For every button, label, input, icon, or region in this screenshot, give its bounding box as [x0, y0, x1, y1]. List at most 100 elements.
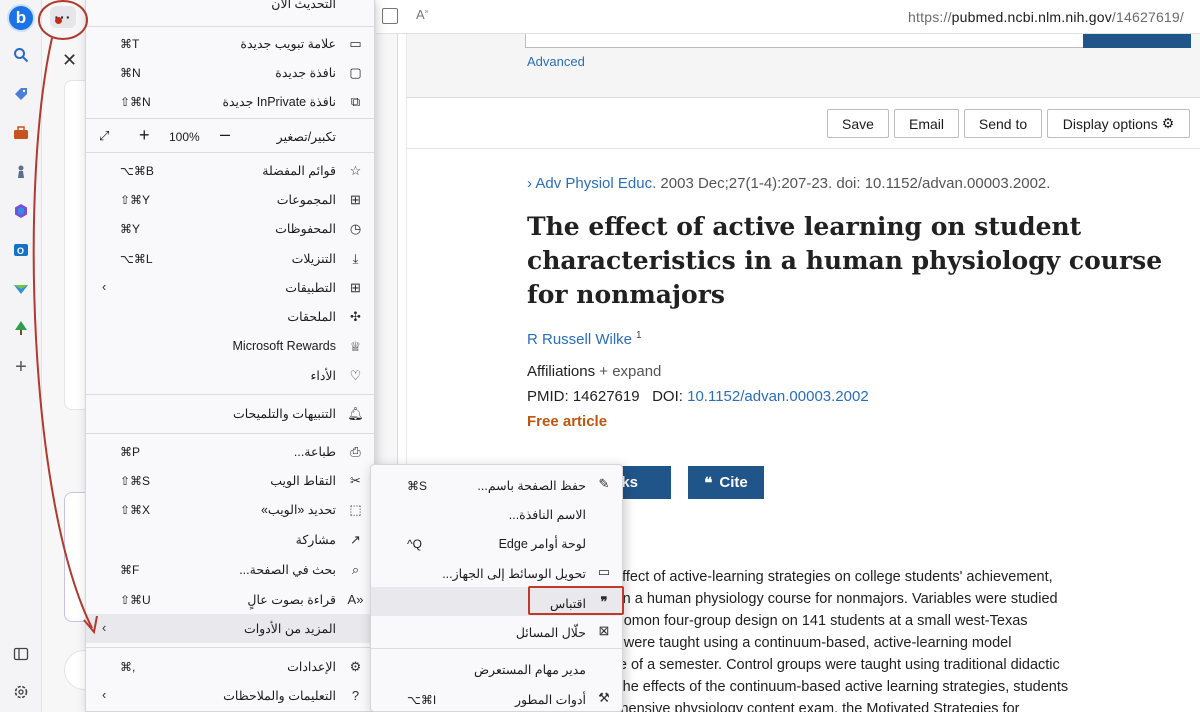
citation-highlight-box [528, 586, 624, 615]
new-tab-icon: ▭ [349, 35, 362, 51]
split-screen-icon[interactable] [382, 8, 398, 24]
outlook-icon[interactable]: O [9, 238, 33, 262]
submenu-item-math-solver[interactable]: حلّال المسائل ⊠ [371, 616, 624, 645]
zoom-row: ⤢ + 100% – تكبير/تصغير [86, 122, 376, 151]
menu-separator [86, 394, 376, 395]
journal-link[interactable]: Adv Physiol Educ. [535, 175, 656, 192]
search-button[interactable] [1083, 34, 1191, 48]
rewards-icon: ♕ [349, 338, 362, 354]
menu-item-find-on-page[interactable]: ⌘F بحث في الصفحة... ⌕ [86, 555, 376, 584]
save-page-icon: ✎ [598, 476, 610, 491]
abstract-line: perimental, Solomon four-group design on… [527, 613, 1028, 629]
menu-item-web-capture[interactable]: ⇧⌘S التقاط الويب ✂ [86, 466, 376, 495]
submenu-item-name-window[interactable]: الاسم النافذة... [371, 498, 624, 527]
menu-item-help-feedback[interactable]: ‹ التعليمات والملاحظات ? [86, 681, 376, 710]
shopping-tag-icon[interactable] [9, 82, 33, 106]
add-icon[interactable]: + [9, 355, 33, 379]
menu-item-new-window[interactable]: ⌘N نافذة جديدة ▢ [86, 58, 376, 87]
menu-item-collections[interactable]: ⇧⌘Y المجموعات ⊞ [86, 185, 376, 214]
search-icon[interactable] [9, 43, 33, 67]
menu-item-new-tab[interactable]: ⌘T علامة تبويب جديدة ▭ [86, 29, 376, 58]
affiliations-row[interactable]: Affiliations + expand [527, 363, 661, 380]
submenu-item-cast-media[interactable]: تحويل الوسائط إلى الجهاز... ▭ [371, 557, 624, 586]
menu-item-update-now[interactable]: التحديث الآن [86, 0, 376, 16]
url-field[interactable]: https://pubmed.ncbi.nlm.nih.gov/14627619… [908, 9, 1184, 25]
drop-send-icon[interactable] [9, 277, 33, 301]
menu-item-apps[interactable]: ‹ التطبيقات ⊞ [86, 273, 376, 302]
save-button[interactable]: Save [827, 109, 889, 138]
cite-button[interactable]: ❝ Cite [688, 466, 764, 499]
menu-item-alerts-tips[interactable]: التنبيهات والتلميحات 🔔︎ [86, 399, 376, 428]
menu-item-downloads[interactable]: ⌥⌘L التنزيلات ⤓ [86, 244, 376, 273]
menu-item-read-aloud[interactable]: ⇧⌘U قراءة بصوت عالٍ A» [86, 585, 376, 614]
menu-item-history[interactable]: ⌘Y المحفوظات ◷ [86, 214, 376, 243]
menu-item-share[interactable]: مشاركة ↗ [86, 525, 376, 554]
gear-icon: ⚙ [1161, 115, 1175, 131]
notification-badge [55, 17, 62, 24]
favorites-icon: ☆ [349, 162, 362, 178]
author-link[interactable]: R Russell Wilke [527, 331, 632, 348]
zoom-in-button[interactable]: + [139, 125, 150, 146]
abstract-text: estigated the effect of active-learning … [527, 566, 1197, 712]
menu-item-web-select[interactable]: ⇧⌘X تحديد «الويب» ⬚ [86, 495, 376, 524]
fullscreen-icon[interactable]: ⤢ [99, 128, 109, 144]
menu-separator [86, 152, 376, 153]
divider [407, 148, 1200, 149]
menu-separator [371, 648, 624, 649]
read-aloud-icon[interactable]: A» [416, 7, 429, 22]
menu-item-new-inprivate[interactable]: ⇧⌘N نافذة InPrivate جديدة ⧉ [86, 87, 376, 116]
menu-item-performance[interactable]: الأداء ♡ [86, 361, 376, 390]
microsoft365-icon[interactable] [9, 199, 33, 223]
sidebar-toggle-icon[interactable] [9, 642, 33, 666]
menu-separator [86, 647, 376, 648]
close-icon[interactable]: ✕ [62, 50, 77, 71]
tree-icon[interactable] [9, 316, 33, 340]
chevron-left-icon: ‹ [102, 279, 107, 294]
email-button[interactable]: Email [894, 109, 959, 138]
apps-icon: ⊞ [350, 279, 361, 295]
doi-link[interactable]: 10.1152/advan.00003.2002 [687, 388, 869, 405]
submenu-item-save-page[interactable]: ⌘S حفظ الصفحة باسم... ✎ [371, 469, 624, 498]
help-icon: ? [351, 688, 360, 703]
share-icon: ↗ [350, 531, 361, 547]
submenu-item-command-palette[interactable]: ^Q لوحة أوامر Edge [371, 527, 624, 556]
expand-toggle[interactable]: + expand [599, 363, 661, 380]
abstract-line: over the course of a semester. Control g… [527, 657, 1060, 673]
free-article-badge: Free article [527, 413, 608, 430]
chevron-right-icon[interactable]: › [527, 175, 532, 192]
zoom-label: تكبير/تصغير [276, 130, 336, 144]
author-affiliation-ref[interactable]: 1 [636, 330, 642, 341]
downloads-icon: ⤓ [352, 250, 359, 266]
menu-separator [86, 118, 376, 119]
games-chess-icon[interactable] [9, 160, 33, 184]
journal-citation: › Adv Physiol Educ. 2003 Dec;27(1-4):207… [527, 175, 1050, 192]
dev-tools-icon: ⚒ [598, 690, 610, 705]
submenu-item-dev-tools[interactable]: ⌥⌘I أدوات المطور ⚒ [371, 683, 624, 712]
abstract-line: d self-efficacy in a human physiology co… [527, 591, 1058, 607]
menu-item-favorites[interactable]: ⌥⌘B قوائم المفضلة ☆ [86, 156, 376, 185]
advanced-search-link[interactable]: Advanced [527, 54, 585, 69]
menu-item-rewards[interactable]: Microsoft Rewards ♕ [86, 332, 376, 361]
search-input[interactable] [525, 34, 1085, 48]
menu-item-settings[interactable]: ⌘, الإعدادات ⚙ [86, 652, 376, 681]
abstract-line: ered a comprehensive physiology content … [527, 701, 1020, 712]
chevron-left-icon: ‹ [102, 687, 107, 702]
menu-item-more-tools[interactable]: ‹ المزيد من الأدوات [86, 614, 376, 643]
cite-label: Cite [719, 474, 748, 491]
menu-item-extensions[interactable]: الملحقات ✣ [86, 302, 376, 331]
chevron-left-icon: ‹ [102, 620, 107, 635]
display-options-button[interactable]: Display options ⚙ [1047, 109, 1190, 138]
author-line: R Russell Wilke 1 [527, 330, 642, 348]
sidebar-settings-gear-icon[interactable] [9, 680, 33, 704]
zoom-out-button[interactable]: – [220, 124, 230, 145]
send-to-button[interactable]: Send to [964, 109, 1042, 138]
menu-separator [86, 433, 376, 434]
submenu-item-task-manager[interactable]: مدير مهام المستعرض [371, 653, 624, 682]
settings-and-more-button[interactable]: ··· [50, 6, 76, 28]
bing-logo-icon[interactable]: b [7, 4, 35, 32]
new-window-icon: ▢ [349, 64, 362, 80]
tools-briefcase-icon[interactable] [9, 121, 33, 145]
quote-icon: ❝ [704, 474, 713, 492]
identifiers: PMID: 14627619 DOI: 10.1152/advan.00003.… [527, 388, 869, 405]
menu-item-print[interactable]: ⌘P طباعة... ⎙ [86, 437, 376, 466]
